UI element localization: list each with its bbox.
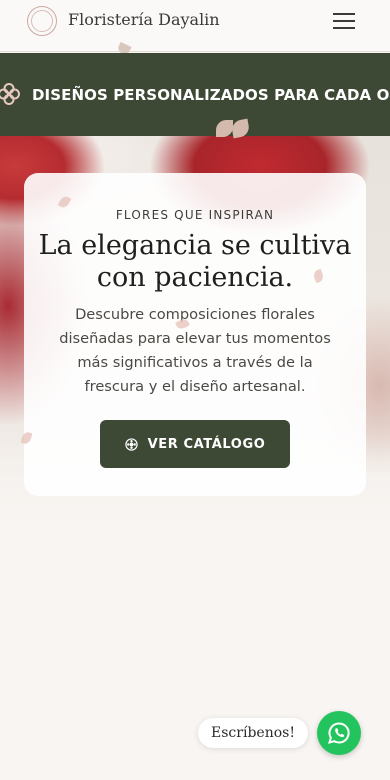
menu-line (333, 27, 355, 29)
menu-line (333, 13, 355, 15)
floral-wreath-logo[interactable] (27, 6, 57, 36)
brand-name[interactable]: Floristería Dayalin (68, 10, 220, 29)
flower-icon (124, 437, 138, 451)
menu-line (333, 20, 355, 22)
hero-title: La elegancia se cultiva con paciencia. (38, 230, 352, 293)
whatsapp-icon (328, 722, 350, 744)
hero-card: FLORES QUE INSPIRAN La elegancia se cult… (24, 173, 366, 496)
banner-text: DISEÑOS PERSONALIZADOS PARA CADA OCASIÓN (32, 86, 390, 104)
flower-outline-icon (0, 83, 20, 105)
hero-description: Descubre composiciones florales diseñada… (59, 306, 331, 395)
chat-prompt-text: Escríbenos! (211, 725, 295, 741)
chat-prompt-bubble[interactable]: Escríbenos! (198, 718, 308, 748)
whatsapp-button[interactable] (317, 711, 361, 755)
site-header: Floristería Dayalin (0, 0, 390, 57)
view-catalog-button[interactable]: VER CATÁLOGO (100, 420, 290, 468)
hero-eyebrow: FLORES QUE INSPIRAN (115, 208, 275, 222)
view-catalog-label: VER CATÁLOGO (147, 436, 266, 452)
logo-inner-ring (31, 10, 53, 32)
hamburger-menu-icon[interactable] (333, 13, 355, 29)
announcement-banner: DISEÑOS PERSONALIZADOS PARA CADA OCASIÓN (0, 53, 390, 136)
